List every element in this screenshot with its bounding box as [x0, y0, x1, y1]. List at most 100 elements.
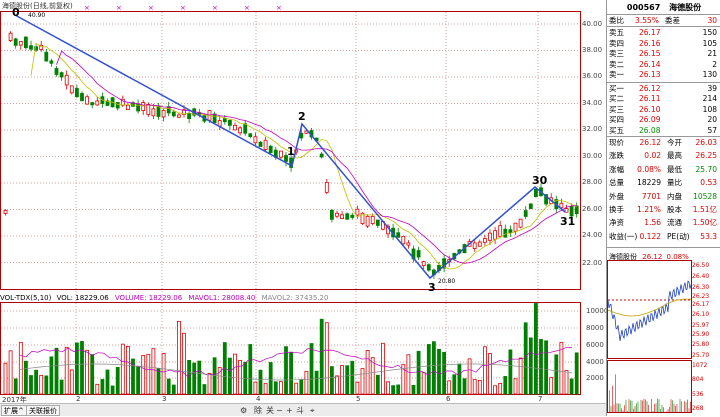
row-price: 26.11 — [639, 94, 661, 104]
stock-name: 海德股份 — [669, 3, 702, 12]
volume-bar — [126, 345, 130, 395]
candle-body — [238, 127, 243, 134]
stat-row: 涨幅 0.08% 最低 25.70 — [609, 165, 719, 174]
volume-bar — [335, 375, 339, 395]
kline-chart[interactable]: ××××××××× — [0, 0, 606, 403]
mini-volume-tick: 268 — [692, 405, 704, 412]
candle-body — [559, 202, 564, 209]
ask-row[interactable]: 卖五 26.17 150 — [609, 28, 719, 37]
stat-value: 7701 — [641, 191, 661, 201]
stat-label: 换手 — [609, 205, 624, 214]
volume-bar — [523, 322, 528, 395]
expand-button[interactable]: 扩展^ — [1, 405, 27, 416]
event-marker: × — [116, 4, 122, 12]
volume-bar — [304, 370, 309, 395]
volume-bar — [544, 340, 548, 395]
stat-value: 26.03 — [695, 138, 717, 147]
toolbar-item[interactable]: 斗 — [296, 405, 304, 416]
candle-body — [263, 139, 268, 150]
candle-body — [574, 205, 579, 215]
volume-bar — [426, 344, 431, 395]
row-label: 买五 — [609, 125, 624, 135]
row-label: 卖二 — [609, 59, 624, 69]
bid-row[interactable]: 买二 26.11 214 — [609, 94, 719, 103]
bid-row[interactable]: 买四 26.09 20 — [609, 115, 719, 124]
volume-bar — [156, 367, 161, 395]
volume-bar — [207, 373, 212, 395]
volume-bar — [202, 384, 207, 395]
ask-row[interactable]: 卖三 26.15 21 — [609, 49, 719, 58]
candle-body — [498, 225, 503, 237]
plus-icon[interactable]: + — [286, 405, 293, 416]
stat-label: 内盘 — [667, 191, 682, 201]
volume-bar — [345, 365, 350, 395]
kline-chart-area[interactable]: ××××××××× 海德股份(日线,前复权) VOL-TDX(5,10) VOL… — [0, 0, 609, 416]
volume-bar — [508, 349, 513, 395]
volume-bar — [431, 341, 436, 395]
volume-bar — [176, 321, 181, 395]
stat-value: 1.56 — [644, 218, 661, 228]
volume-bar — [549, 377, 554, 395]
candle-body — [375, 219, 380, 226]
candle-body — [268, 145, 273, 153]
volume-bar — [513, 378, 518, 395]
wave-label-2: 2 — [298, 110, 306, 123]
ask-row[interactable]: 卖一 26.13 130 — [609, 70, 719, 79]
minus-icon[interactable]: − — [276, 405, 283, 416]
stock-header: 000567 海德股份 — [607, 2, 720, 13]
mini-price-tick: 26.30 — [692, 284, 710, 291]
quote-panel: 000567 海德股份 委比 3.55% 委差 30 海德股份 26.12 0.… — [606, 0, 720, 416]
candle-body — [421, 261, 426, 267]
bid-row[interactable]: 买一 26.12 39 — [609, 84, 719, 93]
row-label: 买一 — [609, 84, 624, 93]
date-tick: 3 — [162, 395, 167, 403]
date-tick: 6 — [446, 395, 451, 403]
indicator-volume: VOLUME: 18229.06 — [114, 294, 183, 302]
stat-row: 净资 1.56 流通 1.50亿 — [609, 218, 719, 227]
volume-bar — [416, 350, 421, 395]
stat-value: 0.02 — [644, 151, 661, 161]
stat-value: 10528 — [693, 191, 717, 201]
gear-icon[interactable]: ⚙ — [240, 405, 247, 416]
volume-bar — [115, 366, 120, 395]
candle-body — [564, 208, 569, 213]
ask-row[interactable]: 卖二 26.14 2 — [609, 60, 719, 69]
related-quote-button[interactable]: 关联报价 — [26, 405, 60, 416]
volume-tick: 10000 — [586, 307, 609, 315]
volume-bar — [391, 385, 396, 395]
candle-body — [222, 118, 227, 123]
volume-bar — [233, 353, 237, 395]
mini-price-tick: 26.10 — [692, 311, 710, 318]
stock-app: ××××××××× 海德股份(日线,前复权) VOL-TDX(5,10) VOL… — [0, 0, 720, 416]
row-volume: 21 — [707, 49, 717, 59]
wave-label-1: 1 — [287, 145, 295, 158]
candle-body — [95, 100, 100, 106]
volume-bar — [258, 369, 263, 395]
volume-bar — [197, 360, 202, 395]
volume-bar — [23, 360, 28, 395]
candle-body — [253, 136, 258, 144]
toolbar-item[interactable]: 关 — [266, 405, 274, 416]
volume-bar — [110, 385, 115, 395]
bid-row[interactable]: 买三 26.10 108 — [609, 105, 719, 114]
ratio-label: 委比 — [609, 16, 624, 25]
row-price: 26.12 — [639, 84, 661, 93]
price-tick: 26.00 — [582, 205, 603, 213]
candle-body — [488, 232, 492, 241]
ask-row[interactable]: 卖四 26.16 105 — [609, 39, 719, 48]
volume-bar — [488, 353, 492, 395]
volume-bar — [380, 342, 385, 395]
volume-bar — [503, 376, 508, 395]
bid-row[interactable]: 买五 26.08 57 — [609, 126, 719, 135]
volume-bar — [534, 303, 538, 395]
toolbar-item[interactable]: 除 — [254, 405, 262, 416]
candle-body — [406, 242, 411, 246]
crosshair-icon[interactable]: ⌖ — [310, 405, 315, 416]
indicator-name[interactable]: VOL-TDX(5,10) — [0, 294, 51, 302]
volume-bar — [482, 346, 487, 395]
volume-bar — [554, 354, 559, 395]
volume-bar — [34, 369, 38, 395]
wave-label-0: 0 — [12, 6, 20, 19]
candle-body — [523, 210, 528, 217]
candle-body — [146, 104, 151, 115]
